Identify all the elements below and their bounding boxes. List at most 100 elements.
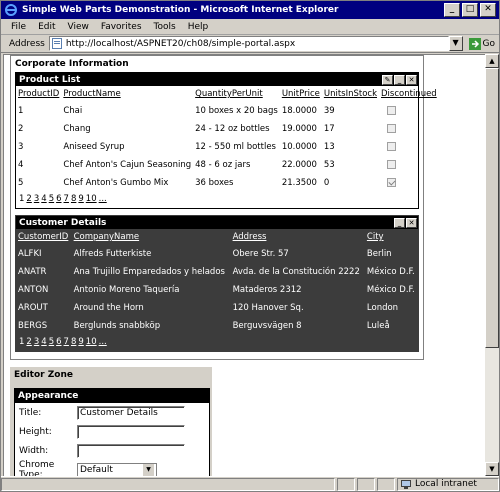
edit-verb-icon[interactable]: ✎ <box>382 74 393 85</box>
table-row: BERGS Berglunds snabbköp Berguvsvägen 8 Lul… <box>16 317 418 335</box>
table-row: ANTON Antonio Moreno Taquería Mataderos 23… <box>16 281 418 299</box>
scroll-thumb[interactable] <box>485 68 499 348</box>
address-bar: Address http://localhost/ASPNET20/ch08/s… <box>1 35 499 53</box>
col-header-productname[interactable]: ProductName <box>61 86 193 102</box>
menu-edit[interactable]: Edit <box>32 22 61 32</box>
customer-id-cell: BERGS <box>18 321 48 331</box>
menu-favorites[interactable]: Favorites <box>95 22 148 32</box>
pager-link[interactable]: 5 <box>49 337 54 347</box>
close-button[interactable]: ✕ <box>480 3 496 17</box>
vertical-scrollbar[interactable]: ▲ ▼ <box>485 54 499 476</box>
pager-link[interactable]: 5 <box>49 194 54 204</box>
discontinued-cell <box>379 156 439 174</box>
discontinued-cell <box>379 138 439 156</box>
discontinued-cell <box>379 174 439 192</box>
go-button[interactable]: Go <box>463 37 499 50</box>
height-field-label: Height: <box>19 426 52 437</box>
customer-id-cell: ANATR <box>18 267 47 277</box>
pager-link[interactable]: 2 <box>26 194 31 204</box>
menu-tools[interactable]: Tools <box>148 22 182 32</box>
scroll-up-button[interactable]: ▲ <box>485 54 499 68</box>
col-header-unitprice[interactable]: UnitPrice <box>280 86 322 102</box>
col-header-unitsinstock[interactable]: UnitsInStock <box>322 86 379 102</box>
height-field-input[interactable] <box>77 424 185 439</box>
unit-price-cell: 19.0000 <box>281 124 317 134</box>
col-header-companyname[interactable]: CompanyName <box>72 229 231 245</box>
pager-link[interactable]: 10 <box>86 194 97 204</box>
city-cell: London <box>366 303 399 313</box>
width-field-input[interactable] <box>77 443 185 458</box>
pager-link[interactable]: 6 <box>56 337 61 347</box>
company-name-cell: Ana Trujillo Emparedados y helados <box>73 267 225 277</box>
title-field-input[interactable]: Customer Details <box>77 405 185 420</box>
pager-link[interactable]: 4 <box>41 337 46 347</box>
width-field-label: Width: <box>19 445 49 456</box>
maximize-button[interactable]: □ <box>462 3 478 17</box>
security-zone-label: Local intranet <box>415 479 477 489</box>
table-row: AROUT Around the Horn 120 Hanover Sq. Londo… <box>16 299 418 317</box>
title-field-label: Title: <box>19 407 42 418</box>
col-header-productid[interactable]: ProductID <box>16 86 61 102</box>
scroll-down-button[interactable]: ▼ <box>485 462 499 476</box>
pager-link[interactable]: 4 <box>41 194 46 204</box>
minimize-verb-icon[interactable]: _ <box>394 217 405 228</box>
city-cell: México D.F. <box>366 267 415 277</box>
discontinued-cell <box>379 120 439 138</box>
product-table-header-row: ProductID ProductName QuantityPerUnit Un… <box>16 86 439 102</box>
status-cell <box>337 477 355 491</box>
status-bar: Local intranet <box>1 476 499 491</box>
unit-price-cell: 22.0000 <box>281 160 317 170</box>
pager-link[interactable]: 8 <box>71 337 76 347</box>
pager-link[interactable]: ... <box>99 337 107 347</box>
pager-link[interactable]: 9 <box>78 194 83 204</box>
quantity-cell: 10 boxes x 20 bags <box>195 106 278 116</box>
quantity-cell: 24 - 12 oz bottles <box>195 124 270 134</box>
quantity-cell: 48 - 6 oz jars <box>195 160 251 170</box>
pager-link[interactable]: 3 <box>34 194 39 204</box>
discontinued-checkbox <box>387 142 397 151</box>
pager-link[interactable]: 7 <box>64 337 69 347</box>
pager-link[interactable]: ... <box>99 194 107 204</box>
discontinued-checkbox <box>387 124 397 133</box>
menu-file[interactable]: File <box>1 22 32 32</box>
minimize-verb-icon[interactable]: _ <box>394 74 405 85</box>
pager-link[interactable]: 2 <box>26 337 31 347</box>
pager-link[interactable]: 3 <box>34 337 39 347</box>
editor-zone-title: Editor Zone <box>14 370 73 380</box>
pager-link[interactable]: 6 <box>56 194 61 204</box>
appearance-header: Appearance <box>15 389 209 403</box>
title-field-row: Title: Customer Details <box>15 403 209 422</box>
col-header-city[interactable]: City <box>365 229 418 245</box>
col-header-address[interactable]: Address <box>231 229 365 245</box>
pager-link[interactable]: 8 <box>71 194 76 204</box>
pager-link[interactable]: 10 <box>86 337 97 347</box>
company-name-cell: Around the Horn <box>73 303 144 313</box>
menu-bar: File Edit View Favorites Tools Help <box>1 19 499 35</box>
units-in-stock-cell: 53 <box>323 160 335 170</box>
col-header-customerid[interactable]: CustomerID <box>16 229 72 245</box>
menu-view[interactable]: View <box>62 22 95 32</box>
address-label: Address <box>9 38 45 49</box>
col-header-discontinued[interactable]: Discontinued <box>379 86 439 102</box>
close-verb-icon[interactable]: ✕ <box>406 217 417 228</box>
menu-help[interactable]: Help <box>182 22 215 32</box>
address-url: http://localhost/ASPNET20/ch08/simple-po… <box>65 38 296 49</box>
address-cell: Obere Str. 57 <box>232 249 289 259</box>
table-row: 3 Aniseed Syrup 12 - 550 ml bottles 10.0000… <box>16 138 439 156</box>
address-dropdown-button[interactable]: ▼ <box>448 36 463 51</box>
pager-link[interactable]: 7 <box>64 194 69 204</box>
product-id-cell: 1 <box>18 106 24 116</box>
product-list-title: Product List <box>19 74 81 85</box>
close-verb-icon[interactable]: ✕ <box>406 74 417 85</box>
chrome-type-row: Chrome Type: Default ▼ <box>15 460 209 476</box>
address-input[interactable]: http://localhost/ASPNET20/ch08/simple-po… <box>48 36 449 51</box>
chrome-type-select[interactable]: Default ▼ <box>77 462 157 476</box>
pager-link[interactable]: 9 <box>78 337 83 347</box>
appearance-title: Appearance <box>18 391 79 401</box>
col-header-quantityperunit[interactable]: QuantityPerUnit <box>193 86 280 102</box>
address-cell: Berguvsvägen 8 <box>232 321 302 331</box>
product-name-cell: Chang <box>63 124 91 134</box>
chrome-type-value: Default <box>80 464 113 475</box>
product-id-cell: 2 <box>18 124 24 134</box>
minimize-button[interactable]: _ <box>444 3 460 17</box>
